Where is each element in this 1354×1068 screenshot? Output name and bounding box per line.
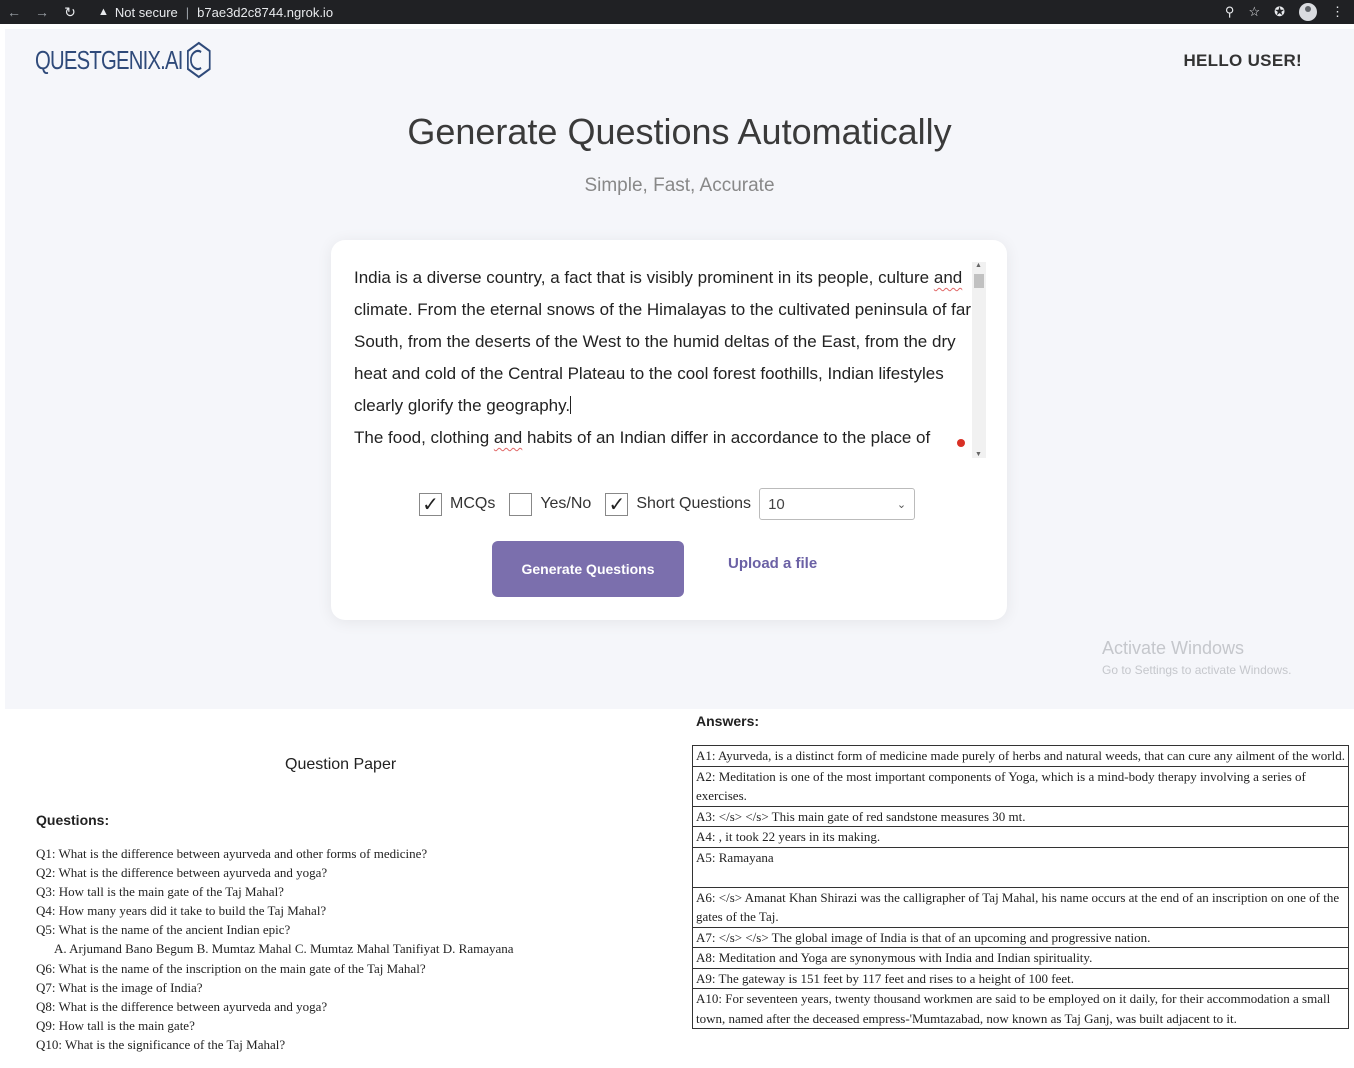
- mcq-checkbox[interactable]: ✓: [419, 492, 442, 516]
- question-item: Q6: What is the name of the inscription …: [36, 960, 426, 976]
- yesno-checkbox[interactable]: [509, 492, 533, 516]
- browser-actions: ⚲ ☆ ✪ ⋮: [1225, 0, 1344, 24]
- question-type-options: ✓ MCQs Yes/No ✓ Short Questions 10 ⌄: [419, 488, 916, 520]
- scroll-down-icon[interactable]: ▼: [975, 451, 982, 458]
- short-questions-label: Short Questions: [636, 495, 752, 512]
- activate-windows-watermark: Activate Windows Go to Settings to activ…: [1102, 638, 1291, 677]
- page-title: Generate Questions Automatically: [407, 111, 952, 152]
- yesno-label: Yes/No: [540, 495, 592, 512]
- answer-row: A5: Ramayana: [693, 846, 1348, 887]
- paragraph-1-start: India is a diverse country, a fact that …: [354, 268, 934, 287]
- page-subtitle: Simple, Fast, Accurate: [584, 175, 775, 196]
- answer-row: A2: Meditation is one of the most import…: [693, 765, 1348, 806]
- question-options: A. Arjumand Bano Begum B. Mumtaz Mahal C…: [54, 941, 514, 957]
- spell-flag-word: and: [493, 428, 523, 447]
- answer-row: A7: </s> </s> The global image of India …: [693, 926, 1348, 948]
- zoom-icon[interactable]: ⚲: [1225, 4, 1235, 20]
- spell-flag-word: and: [933, 268, 963, 287]
- paragraph-2-end: habits of an Indian differ in accordance…: [522, 428, 931, 447]
- questions-heading: Questions:: [36, 812, 110, 828]
- question-item: Q1: What is the difference between ayurv…: [36, 846, 428, 861]
- question-paper: Question Paper Questions: Q1: What is th…: [0, 712, 680, 1068]
- answer-row: A1: Ayurveda, is a distinct form of medi…: [696, 748, 1345, 763]
- question-item: Q8: What is the difference between ayurv…: [36, 998, 328, 1014]
- paragraph-1: India is a diverse country, a fact that …: [354, 262, 972, 422]
- paragraph-2-start: The food, clothing: [354, 428, 494, 447]
- answer-row: A10: For seventeen years, twenty thousan…: [693, 988, 1348, 1028]
- greeting: HELLO USER!: [1183, 51, 1302, 70]
- question-item: Q2: What is the difference between ayurv…: [36, 865, 328, 881]
- question-item: Q9: How tall is the main gate?: [36, 1017, 195, 1033]
- answers-heading: Answers:: [696, 713, 760, 729]
- menu-kebab-icon[interactable]: ⋮: [1331, 4, 1344, 20]
- address-separator: |: [185, 4, 190, 20]
- question-item: Q3: How tall is the main gate of the Taj…: [36, 884, 284, 900]
- paper-title: Question Paper: [285, 756, 397, 773]
- warning-icon: ▲: [98, 6, 109, 18]
- textarea-scrollbar[interactable]: ▲ ▼: [972, 262, 986, 458]
- answer-row: A4: , it took 22 years in its making.: [693, 826, 1348, 847]
- question-item: Q5: What is the name of the ancient Indi…: [36, 922, 291, 938]
- question-count-value: 10: [768, 495, 785, 513]
- watermark-line-2: Go to Settings to activate Windows.: [1102, 663, 1292, 677]
- question-item: Q7: What is the image of India?: [36, 979, 203, 995]
- text-caret: [570, 396, 572, 414]
- paragraph-2: The food, clothing and habits of an Indi…: [354, 422, 972, 454]
- app-page: QUESTGENIX.AI HELLO USER! Generate Quest…: [5, 29, 1354, 709]
- forward-icon[interactable]: →: [28, 4, 56, 20]
- hexagon-logo-icon: [187, 41, 211, 79]
- browser-toolbar: ← → ↻ ▲ Not secure | b7ae3d2c8744.ngrok.…: [0, 0, 1354, 24]
- extensions-icon[interactable]: ✪: [1274, 4, 1285, 20]
- generate-questions-button[interactable]: Generate Questions: [492, 541, 684, 597]
- scroll-thumb[interactable]: [974, 274, 984, 288]
- profile-avatar-icon[interactable]: [1299, 3, 1317, 21]
- mcq-label: MCQs: [450, 495, 496, 512]
- url-text[interactable]: b7ae3d2c8744.ngrok.io: [197, 5, 333, 20]
- security-label: Not secure: [114, 4, 178, 20]
- address-bar[interactable]: ▲ Not secure | b7ae3d2c8744.ngrok.io: [98, 0, 333, 24]
- logo-text: QUESTGENIX.AI: [35, 44, 183, 75]
- question-item: Q10: What is the significance of the Taj…: [36, 1036, 286, 1052]
- answer-row: A6: </s> Amanat Khan Shirazi was the cal…: [693, 886, 1348, 927]
- answer-row: A8: Meditation and Yoga are synonymous w…: [693, 947, 1348, 968]
- scroll-up-icon[interactable]: ▲: [975, 262, 982, 269]
- watermark-line-1: Activate Windows: [1102, 638, 1245, 658]
- star-icon[interactable]: ☆: [1248, 4, 1260, 20]
- questions-list: Q1: What is the difference between ayurv…: [36, 844, 514, 1054]
- question-count-select[interactable]: 10 ⌄: [759, 488, 916, 520]
- paragraph-1-rest: climate. From the eternal snows of the H…: [354, 300, 972, 415]
- answer-row: A9: The gateway is 151 feet by 117 feet …: [693, 967, 1348, 989]
- question-item: Q4: How many years did it take to build …: [36, 903, 327, 919]
- chevron-down-icon: ⌄: [896, 498, 907, 511]
- short-questions-checkbox[interactable]: ✓: [605, 492, 629, 516]
- answer-row: A3: </s> </s> This main gate of red sand…: [693, 805, 1348, 827]
- recording-dot-icon: [957, 439, 965, 447]
- reload-icon[interactable]: ↻: [56, 4, 84, 21]
- back-icon[interactable]: ←: [0, 4, 28, 20]
- answers-table: A1: Ayurveda, is a distinct form of medi…: [692, 745, 1349, 1029]
- text-input-area[interactable]: India is a diverse country, a fact that …: [354, 262, 972, 458]
- upload-file-link[interactable]: Upload a file: [728, 555, 817, 572]
- logo[interactable]: QUESTGENIX.AI: [35, 41, 212, 79]
- generator-card: India is a diverse country, a fact that …: [331, 240, 1007, 620]
